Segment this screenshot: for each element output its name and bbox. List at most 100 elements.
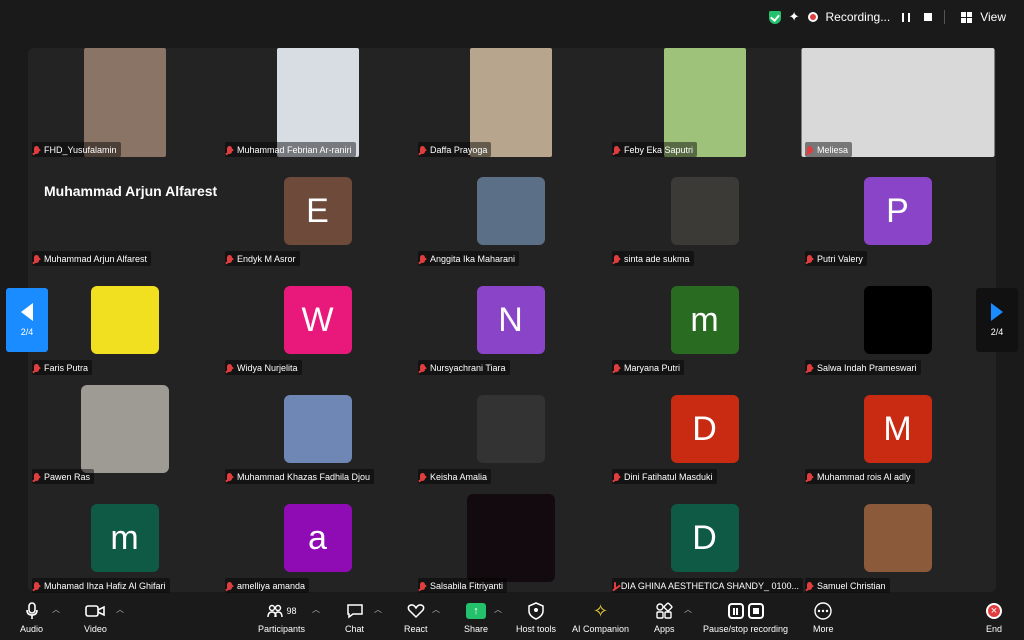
react-options-caret-icon[interactable]: ︿ — [432, 604, 440, 615]
apps-icon — [655, 600, 673, 622]
recording-icon — [807, 12, 818, 22]
participant-tile[interactable]: Salwa Indah Prameswari — [801, 266, 994, 375]
participant-tile[interactable]: Anggita Ika Maharani — [414, 157, 607, 266]
view-grid-icon[interactable] — [961, 11, 973, 23]
participants-button[interactable]: 98 Participants — [258, 600, 305, 634]
participant-tile[interactable]: sinta ade sukma — [608, 157, 801, 266]
participant-name: Widya Nurjelita — [237, 362, 298, 373]
participant-tile[interactable]: Keisha Amalia — [414, 375, 607, 484]
participant-avatar: D — [670, 504, 739, 572]
participant-tile[interactable]: Muhammad Khazas Fadhila Djou — [221, 375, 414, 484]
participant-profile-picture — [863, 504, 932, 572]
participant-tile[interactable]: Muhammad Arjun Alfarest Muhammad Arjun Al… — [28, 157, 221, 266]
host-tools-label: Host tools — [516, 624, 557, 634]
participant-name-tag: FHD_Yusufalamin — [32, 142, 121, 157]
participant-avatar: m — [90, 504, 159, 572]
participant-name: Muhammad Febrian Ar-raniri — [237, 144, 352, 155]
participant-tile[interactable]: Pawen Ras — [28, 375, 221, 484]
top-bar: ✦ Recording... View — [0, 0, 1024, 36]
more-button[interactable]: More — [813, 600, 834, 634]
muted-mic-icon — [807, 363, 812, 372]
video-button[interactable]: Video — [84, 600, 107, 634]
share-label: Share — [464, 624, 489, 634]
participant-name-tag: Nursyachrani Tiara — [418, 360, 510, 375]
heart-icon — [407, 600, 425, 622]
video-grid: FHD_Yusufalamin Muhammad Febrian Ar-ranir… — [28, 48, 996, 593]
participant-tile[interactable]: Feby Eka Saputri — [608, 48, 801, 157]
participant-name: Pawen Ras — [44, 471, 91, 482]
pause-stop-recording-button[interactable]: Pause/stop recording — [703, 600, 788, 634]
participant-name-tag: Endyk M Asror — [225, 251, 300, 266]
video-options-caret-icon[interactable]: ︿ — [116, 604, 124, 615]
apps-button[interactable]: Apps — [654, 600, 675, 634]
divider — [944, 10, 946, 24]
participant-tile[interactable]: P Putri Valery — [801, 157, 994, 266]
video-label: Video — [84, 624, 107, 634]
participants-icon-wrap: 98 — [266, 600, 297, 622]
arrow-right-icon — [991, 303, 1003, 321]
participant-profile-picture — [476, 395, 545, 463]
apps-options-caret-icon[interactable]: ︿ — [684, 604, 692, 615]
participant-tile[interactable]: W Widya Nurjelita — [221, 266, 414, 375]
participant-tile[interactable]: m Maryana Putri — [608, 266, 801, 375]
audio-button[interactable]: Audio — [20, 600, 43, 634]
pause-icon — [727, 603, 744, 619]
muted-mic-icon — [420, 254, 425, 263]
end-meeting-button[interactable]: × End — [986, 600, 1002, 634]
participant-tile[interactable]: m Muhamad Ihza Hafiz Al Ghifari — [28, 484, 221, 593]
participant-tile[interactable]: N Nursyachrani Tiara — [414, 266, 607, 375]
chat-button[interactable]: Chat — [345, 600, 364, 634]
participant-name-tag: Muhamad Ihza Hafiz Al Ghifari — [32, 578, 170, 593]
audio-options-caret-icon[interactable]: ︿ — [52, 604, 60, 615]
muted-mic-icon — [807, 254, 812, 263]
participants-options-caret-icon[interactable]: ︿ — [312, 604, 320, 615]
muted-mic-icon — [420, 581, 425, 590]
participant-avatar: M — [863, 395, 932, 463]
participant-name: sinta ade sukma — [624, 253, 690, 264]
stop-recording-icon[interactable] — [924, 13, 933, 21]
host-tools-button[interactable]: Host tools — [516, 600, 556, 634]
participant-tile[interactable]: FHD_Yusufalamin — [28, 48, 221, 157]
share-button[interactable]: ↑ Share — [464, 600, 488, 634]
share-options-caret-icon[interactable]: ︿ — [494, 604, 502, 615]
shield-icon[interactable] — [768, 10, 781, 24]
participant-tile[interactable]: Salsabila Fitriyanti — [414, 484, 607, 593]
participant-tile[interactable]: a amelliya amanda — [221, 484, 414, 593]
participant-name-tag: Meliesa — [805, 142, 853, 157]
participant-tile[interactable]: Muhammad Febrian Ar-raniri — [221, 48, 414, 157]
participant-tile[interactable]: Daffa Prayoga — [414, 48, 607, 157]
participant-tile[interactable]: D Dini Fatihatul Masduki — [608, 375, 801, 484]
next-page-button[interactable]: 2/4 — [976, 288, 1018, 352]
participant-name: Samuel Christian — [817, 580, 886, 591]
participant-avatar: D — [670, 395, 739, 463]
participant-name: amelliya amanda — [237, 580, 306, 591]
participant-tile[interactable]: D DIA GHINA AESTHETICA SHANDY_ 0100... — [608, 484, 803, 593]
chat-options-caret-icon[interactable]: ︿ — [374, 604, 382, 615]
participant-video — [83, 48, 166, 157]
participant-avatar: W — [283, 286, 352, 354]
participant-name-tag: Anggita Ika Maharani — [418, 251, 520, 266]
chat-label: Chat — [345, 624, 365, 634]
participant-name-tag: Putri Valery — [805, 251, 867, 266]
participant-name-tag: Feby Eka Saputri — [612, 142, 698, 157]
stop-icon — [747, 603, 764, 619]
participant-tile[interactable]: M Muhammad rois Al adly — [801, 375, 994, 484]
participant-name: Faris Putra — [44, 362, 89, 373]
participant-tile[interactable]: E Endyk M Asror — [221, 157, 414, 266]
participant-tile[interactable]: Samuel Christian — [801, 484, 994, 593]
participant-profile-picture — [670, 177, 739, 245]
pause-recording-icon[interactable] — [902, 12, 911, 22]
participant-tile[interactable]: Meliesa — [801, 48, 994, 157]
previous-page-button[interactable]: 2/4 — [6, 288, 48, 352]
pause-stop-label: Pause/stop recording — [703, 624, 789, 634]
participant-tile[interactable]: Faris Putra — [28, 266, 221, 375]
participant-video — [276, 48, 359, 157]
react-button[interactable]: React — [404, 600, 428, 634]
ai-sparkle-icon[interactable]: ✦ — [789, 9, 800, 25]
view-button[interactable]: View — [980, 10, 1006, 24]
participant-name-tag: Muhammad Febrian Ar-raniri — [225, 142, 356, 157]
ai-sparkle-icon: ✧ — [592, 600, 609, 621]
ai-companion-button[interactable]: ✧ AI Companion — [572, 600, 629, 635]
participant-name: Putri Valery — [817, 253, 863, 264]
participant-name-tag: Keisha Amalia — [418, 469, 492, 484]
